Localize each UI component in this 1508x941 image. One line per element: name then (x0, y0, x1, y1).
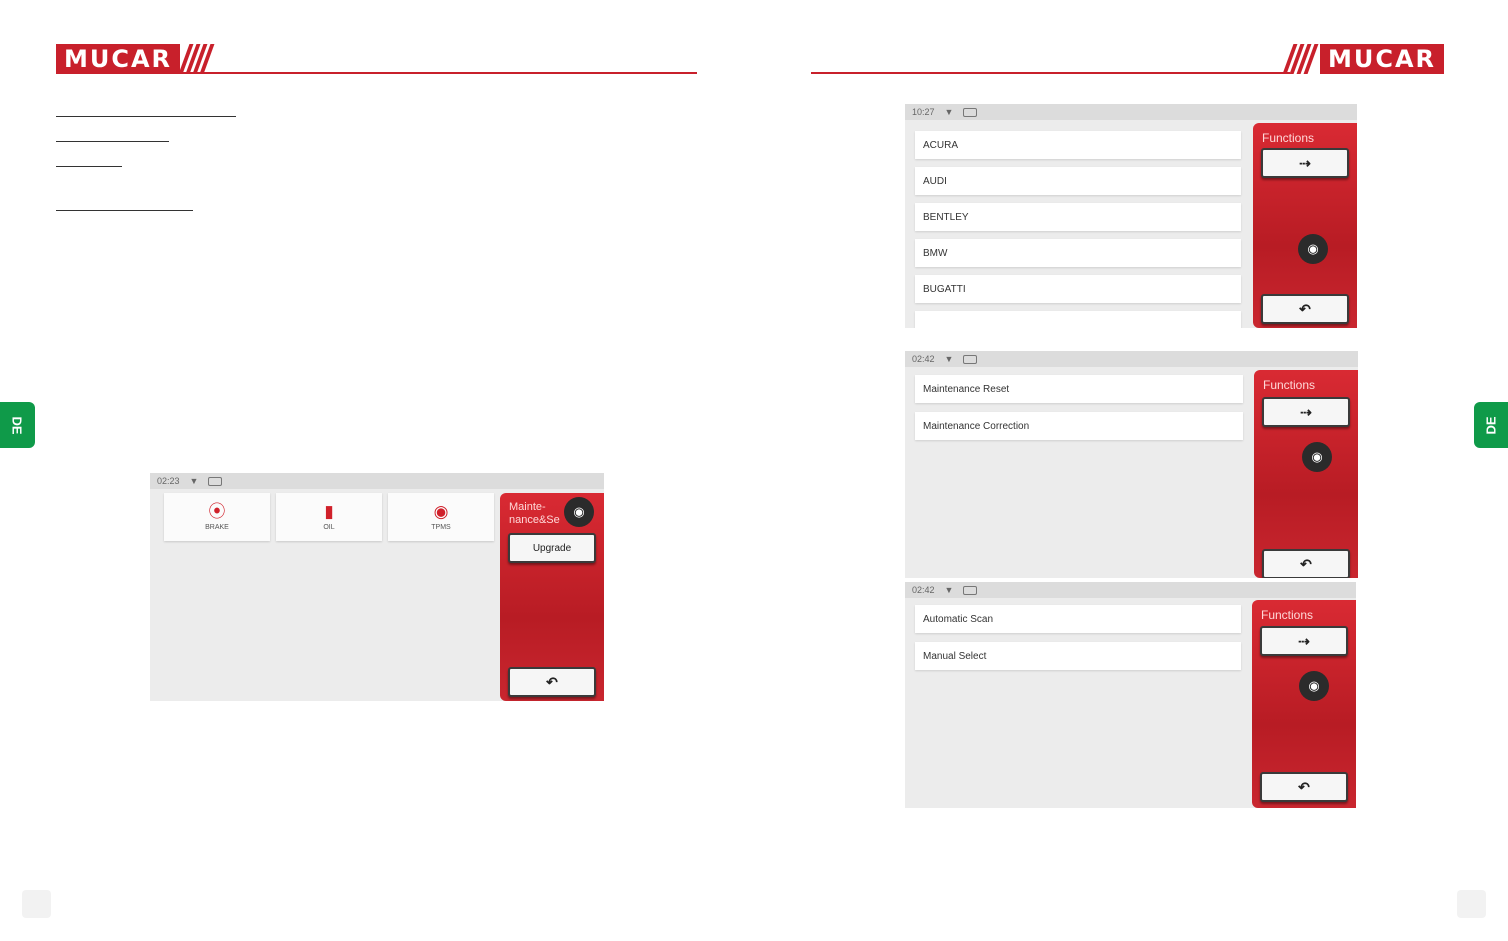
screenshot-scan-options: 02:42 ▼ Automatic Scan Manual Select Fun… (905, 582, 1356, 808)
back-icon: ↶ (1298, 778, 1310, 795)
screenshot-maintenance-menu: 02:23 ▼ ⦿ BRAKE ▮ OIL ◉ TPMS Mainte-nanc… (150, 473, 604, 701)
list-item[interactable]: ACURA (915, 131, 1241, 159)
tpms-icon: ◉ (433, 502, 449, 521)
tile-label: OIL (323, 524, 335, 531)
status-time: 02:42 (912, 354, 935, 364)
status-time: 02:42 (912, 585, 935, 595)
battery-icon (963, 585, 978, 595)
exit-button[interactable]: ⇢ (1262, 397, 1350, 427)
header-rule-left (56, 72, 697, 74)
list-item[interactable]: Automatic Scan (915, 605, 1241, 633)
text-underline (56, 141, 169, 142)
exit-button[interactable]: ⇢ (1260, 626, 1348, 656)
camera-icon[interactable]: ◉ (1299, 671, 1329, 701)
tile-label: BRAKE (205, 524, 229, 531)
wifi-icon: ▼ (944, 354, 954, 364)
exit-icon: ⇢ (1299, 154, 1311, 171)
status-bar: 02:42 ▼ (905, 582, 1356, 598)
tile-brake[interactable]: ⦿ BRAKE (164, 493, 270, 541)
logo-stripes (178, 44, 215, 74)
back-button[interactable]: ↶ (1261, 294, 1349, 324)
brand-logo-text: MUCAR (1320, 44, 1445, 74)
text-underline (56, 210, 193, 211)
camera-icon[interactable]: ◉ (1302, 442, 1332, 472)
status-bar: 02:42 ▼ (905, 351, 1358, 367)
logo-stripes (1282, 44, 1319, 74)
back-icon: ↶ (546, 673, 558, 690)
exit-button[interactable]: ⇢ (1261, 148, 1349, 178)
panel-title: Functions (1261, 608, 1314, 622)
language-tab-label: DE (10, 415, 25, 435)
back-button[interactable]: ↶ (1262, 549, 1350, 578)
wifi-icon: ▼ (944, 585, 954, 595)
oil-icon: ▮ (324, 502, 334, 521)
list-item[interactable]: Maintenance Reset (915, 375, 1243, 403)
page-number-box-right (1457, 890, 1486, 918)
back-icon: ↶ (1299, 300, 1311, 317)
list-item[interactable]: BUGATTI (915, 275, 1241, 303)
language-tab-label: DE (1484, 415, 1499, 435)
status-time: 10:27 (912, 107, 935, 117)
status-bar: 02:23 ▼ (150, 473, 604, 489)
screenshot-brand-list: 10:27 ▼ ACURA AUDI BENTLEY BMW BUGATTI F… (905, 104, 1357, 328)
mucar-logo-left: MUCAR (56, 44, 215, 74)
back-button[interactable]: ↶ (508, 667, 596, 697)
function-panel: Functions ⇢ ◉ ↶ (1253, 123, 1357, 328)
exit-icon: ⇢ (1300, 403, 1312, 420)
panel-title: Functions (1262, 131, 1315, 145)
tile-label: TPMS (431, 524, 451, 531)
status-bar: 10:27 ▼ (905, 104, 1357, 120)
exit-icon: ⇢ (1298, 632, 1310, 649)
text-underline (56, 116, 236, 117)
wifi-icon: ▼ (944, 107, 954, 117)
list-item[interactable]: BENTLEY (915, 203, 1241, 231)
brake-icon: ⦿ (208, 502, 226, 521)
function-panel: Functions ⇢ ◉ ↶ (1254, 370, 1358, 578)
back-icon: ↶ (1300, 555, 1312, 572)
battery-icon (963, 107, 978, 117)
screenshot-maintenance-options: 02:42 ▼ Maintenance Reset Maintenance Co… (905, 351, 1358, 578)
brand-logo-text: MUCAR (56, 44, 181, 74)
status-time: 02:23 (157, 476, 180, 486)
wifi-icon: ▼ (189, 476, 199, 486)
camera-icon[interactable]: ◉ (564, 497, 594, 527)
list-item[interactable]: Maintenance Correction (915, 412, 1243, 440)
tile-oil[interactable]: ▮ OIL (276, 493, 382, 541)
list-item[interactable]: BMW (915, 239, 1241, 267)
header-rule-right (811, 72, 1290, 74)
tile-tpms[interactable]: ◉ TPMS (388, 493, 494, 541)
battery-icon (963, 354, 978, 364)
panel-title: Mainte-nance&Se (509, 501, 560, 526)
panel-title: Functions (1263, 378, 1316, 392)
language-tab-right: DE (1474, 402, 1508, 448)
page-number-box-left (22, 890, 51, 918)
text-underline (56, 166, 122, 167)
language-tab-left: DE (0, 402, 35, 448)
list-item[interactable]: AUDI (915, 167, 1241, 195)
list-item-partial[interactable] (915, 311, 1241, 328)
list-item[interactable]: Manual Select (915, 642, 1241, 670)
back-button[interactable]: ↶ (1260, 772, 1348, 802)
mucar-logo-right: MUCAR (1282, 44, 1445, 74)
upgrade-button[interactable]: Upgrade (508, 533, 596, 563)
function-panel: Mainte-nance&Se ◉ Upgrade ↶ (500, 493, 604, 701)
battery-icon (208, 476, 223, 486)
camera-icon[interactable]: ◉ (1298, 234, 1328, 264)
function-panel: Functions ⇢ ◉ ↶ (1252, 600, 1356, 808)
